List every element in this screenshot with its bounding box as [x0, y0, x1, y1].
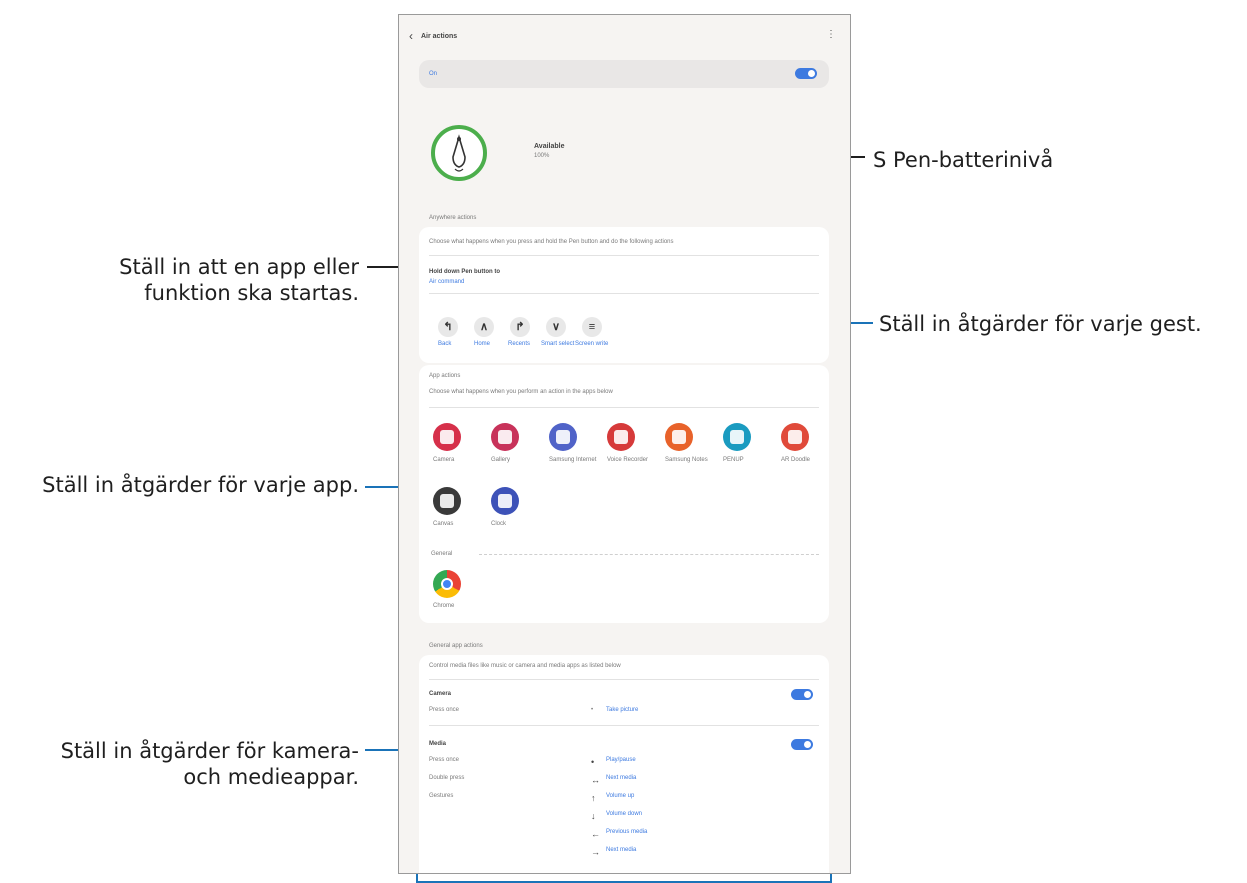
app-icon: [665, 423, 693, 451]
back-icon[interactable]: ‹: [409, 29, 413, 43]
pen-button-setting-value[interactable]: Air command: [429, 279, 464, 285]
media-action-value[interactable]: Next media: [606, 847, 636, 853]
media-actions-card: Control media files like music or camera…: [419, 655, 829, 873]
app-label: Samsung Notes: [665, 457, 708, 463]
app-label: Camera: [433, 457, 455, 463]
gesture-back-icon: ↰: [438, 317, 458, 337]
general-section-header: General app actions: [429, 643, 483, 649]
app-icon: [433, 423, 461, 451]
callout-media: Ställ in åtgärder för kamera- och mediea…: [20, 738, 359, 790]
media-action-arrow-icon: •: [591, 757, 595, 767]
master-toggle[interactable]: [795, 68, 817, 79]
camera-press-arrow: •: [591, 707, 594, 713]
pen-battery-ring-icon: [429, 123, 489, 183]
app-actions-header: App actions: [429, 373, 461, 379]
pen-button-setting-label[interactable]: Hold down Pen button to: [429, 269, 500, 275]
phone-screen: ‹ Air actions ⋮ On Available 100% Anywhe…: [398, 14, 851, 874]
screen-title: Air actions: [421, 33, 458, 40]
callout-gestures: Ställ in åtgärder för varje gest.: [879, 312, 1202, 336]
gesture-recents-icon: ↱: [510, 317, 530, 337]
media-action-arrow-icon: →: [591, 847, 600, 857]
general-label: General: [431, 551, 453, 557]
callout-media-line2: och medieappar.: [183, 765, 359, 789]
app-actions-card: App actions Choose what happens when you…: [419, 365, 829, 623]
battery-percent: 100%: [534, 153, 550, 159]
app-icon: [607, 423, 635, 451]
callout-start-app-line2: funktion ska startas.: [144, 281, 359, 305]
app-label: Voice Recorder: [607, 457, 649, 463]
media-action-arrow-icon: ←: [591, 829, 600, 839]
anywhere-header: Anywhere actions: [429, 215, 477, 221]
camera-section-label: Camera: [429, 691, 452, 697]
media-action-value[interactable]: Volume up: [606, 793, 634, 799]
media-action-arrow-icon: ↔: [591, 775, 600, 785]
gesture-home-icon: ∧: [474, 317, 494, 337]
app-label: PENUP: [723, 457, 744, 463]
media-section-label: Media: [429, 741, 447, 747]
chrome-app-icon: [433, 570, 461, 598]
app-label: Samsung Internet: [549, 457, 597, 463]
more-options-icon[interactable]: ⋮: [826, 29, 836, 40]
divider: [429, 679, 819, 680]
media-action-value[interactable]: Next media: [606, 775, 636, 781]
camera-press-label: Press once: [429, 707, 460, 713]
callout-start-app: Ställ in att en app eller funktion ska s…: [60, 254, 359, 306]
camera-press-value[interactable]: Take picture: [606, 707, 638, 713]
gesture-back-label: Back: [438, 341, 452, 347]
media-action-arrow-icon: ↓: [591, 811, 596, 821]
app-icon: [723, 423, 751, 451]
anywhere-card: Choose what happens when you press and h…: [419, 227, 829, 363]
app-icon: [491, 423, 519, 451]
divider: [429, 725, 819, 726]
app-label: Canvas: [433, 521, 454, 527]
app-icon: [781, 423, 809, 451]
anywhere-description: Choose what happens when you press and h…: [429, 239, 674, 245]
media-action-value[interactable]: Volume down: [606, 811, 642, 817]
app-icon: [549, 423, 577, 451]
callout-apps: Ställ in åtgärder för varje app.: [42, 473, 359, 497]
app-label: Clock: [491, 521, 507, 527]
general-divider: [479, 554, 819, 555]
media-actions-description: Control media files like music or camera…: [429, 663, 621, 669]
gesture-smart-select-icon: ∨: [546, 317, 566, 337]
camera-toggle[interactable]: [791, 689, 813, 700]
divider: [429, 255, 819, 256]
callout-battery-level: S Pen-batterinivå: [873, 148, 1054, 172]
chrome-app-label: Chrome: [433, 603, 455, 609]
app-actions-description: Choose what happens when you perform an …: [429, 389, 613, 395]
app-label: Gallery: [491, 457, 511, 463]
callout-start-app-line1: Ställ in att en app eller: [119, 255, 359, 279]
master-switch-label: On: [429, 71, 438, 77]
master-switch-card[interactable]: On: [419, 60, 829, 88]
divider: [429, 293, 819, 294]
app-icon: [491, 487, 519, 515]
gesture-recents-label: Recents: [508, 341, 531, 347]
gesture-screen-write-label: Screen write: [575, 341, 609, 347]
callout-media-line1: Ställ in åtgärder för kamera-: [60, 739, 359, 763]
media-action-label: Double press: [429, 775, 465, 781]
media-toggle[interactable]: [791, 739, 813, 750]
media-action-value[interactable]: Previous media: [606, 829, 647, 835]
battery-status: Available: [534, 143, 565, 150]
gesture-smart-select-label: Smart select: [541, 341, 575, 347]
gesture-home-label: Home: [474, 341, 491, 347]
media-action-label: Press once: [429, 757, 460, 763]
media-action-arrow-icon: ↑: [591, 793, 596, 803]
app-icon: [433, 487, 461, 515]
media-action-label: Gestures: [429, 793, 454, 799]
media-action-value[interactable]: Play/pause: [606, 757, 636, 763]
gesture-screen-write-icon: ≡: [582, 317, 602, 337]
app-label: AR Doodle: [781, 457, 811, 463]
divider: [429, 407, 819, 408]
